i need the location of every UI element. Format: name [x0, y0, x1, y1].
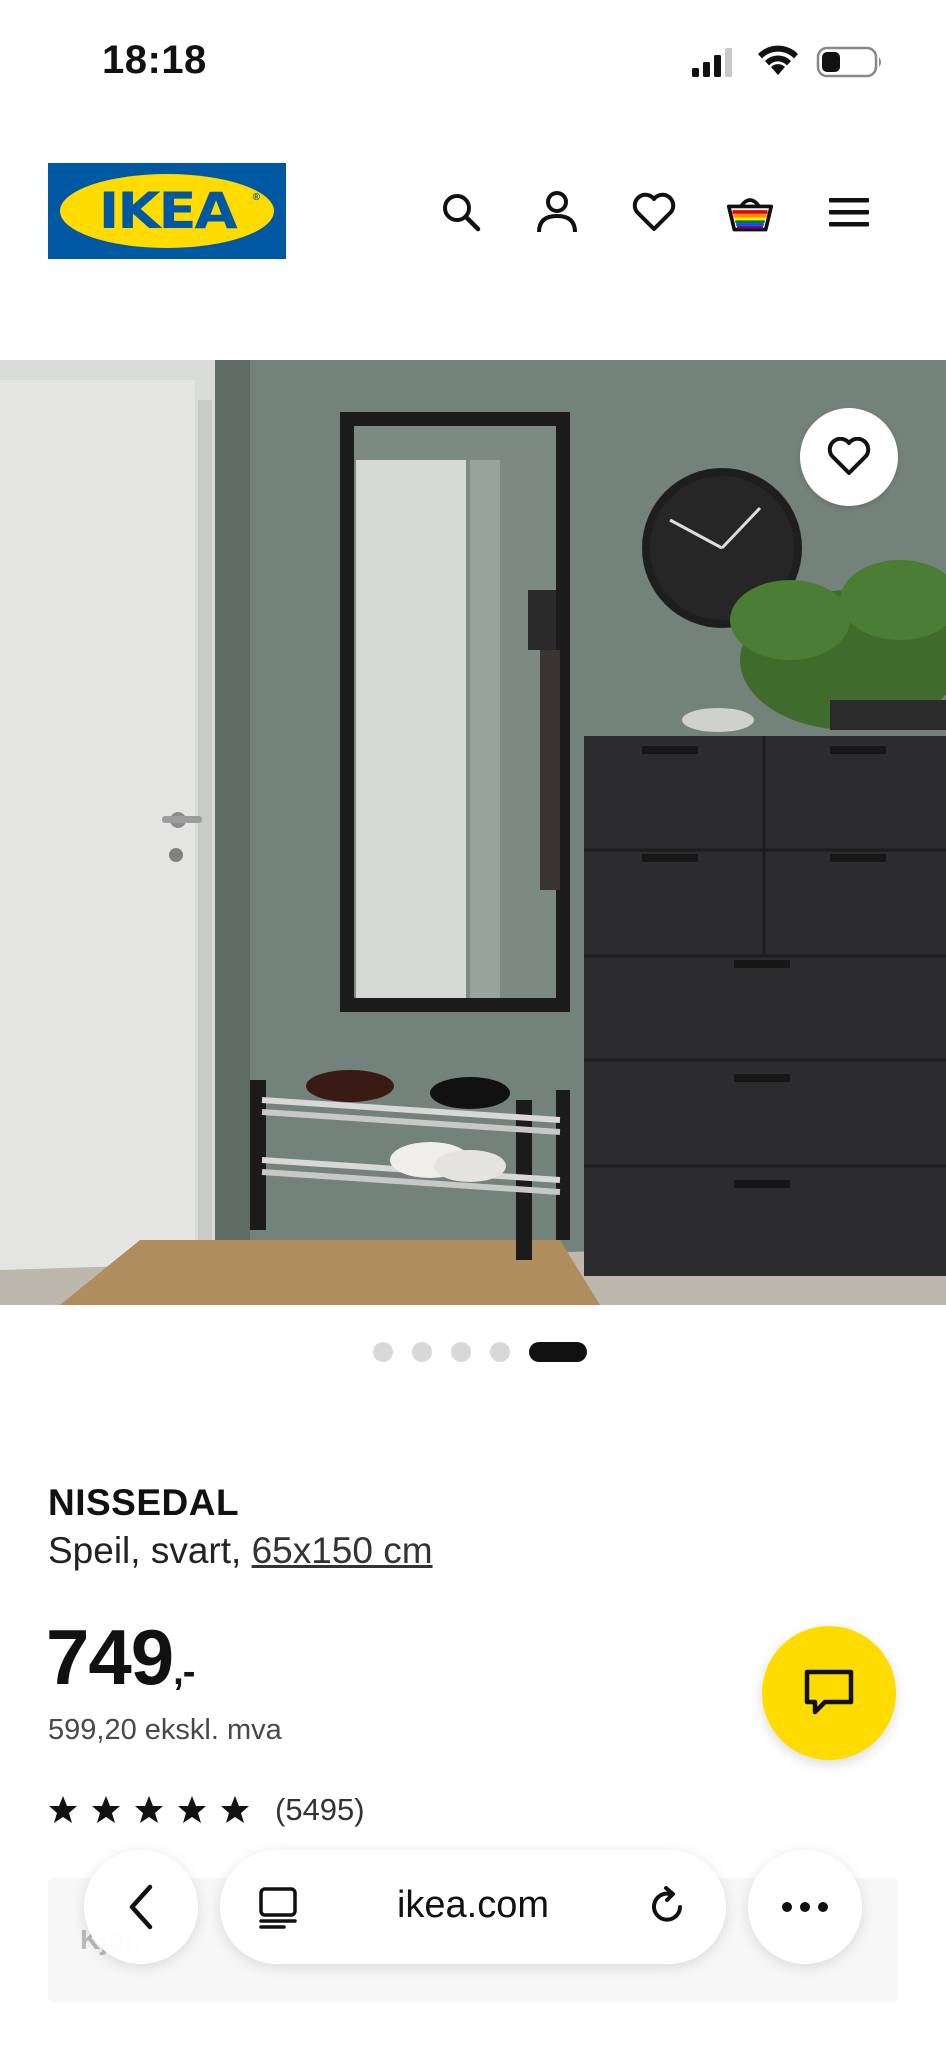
- chat-button[interactable]: [762, 1626, 896, 1760]
- star-icon: [49, 1796, 77, 1823]
- product-description-text: Speil, svart,: [48, 1530, 242, 1571]
- carousel-dot[interactable]: [412, 1342, 432, 1362]
- site-header: IKEA ®: [0, 124, 946, 360]
- browser-address-bar[interactable]: ikea.com: [220, 1850, 726, 1964]
- product-image[interactable]: [0, 360, 946, 1305]
- chat-bubble-icon: [804, 1669, 854, 1715]
- browser-more-button[interactable]: [748, 1850, 862, 1964]
- search-icon[interactable]: [437, 188, 485, 236]
- carousel-dot-active[interactable]: [529, 1342, 587, 1362]
- chevron-left-icon: [129, 1884, 153, 1930]
- star-icon: [135, 1796, 163, 1823]
- price-suffix: ,-: [173, 1651, 195, 1693]
- carousel-dot[interactable]: [373, 1342, 393, 1362]
- cellular-signal-icon: [692, 48, 732, 77]
- price-main: 749: [46, 1613, 174, 1701]
- product-photo-scene: [0, 360, 946, 1305]
- product-description: Speil, svart, 65x150 cm: [48, 1530, 433, 1572]
- menu-icon[interactable]: [825, 188, 873, 236]
- price-excluding-vat: 599,20 ekskl. mva: [48, 1714, 282, 1746]
- account-icon[interactable]: [533, 188, 581, 236]
- product-name: NISSEDAL: [48, 1482, 240, 1523]
- logo-text: IKEA: [98, 182, 238, 240]
- status-time: 18:18: [102, 38, 207, 82]
- image-carousel-indicator: [0, 1342, 946, 1362]
- status-bar: 18:18: [0, 0, 946, 124]
- heart-icon: [827, 437, 871, 475]
- wifi-icon: [758, 45, 798, 75]
- more-icon: [782, 1902, 828, 1912]
- add-to-favorites-button[interactable]: [800, 408, 898, 506]
- carousel-dot[interactable]: [451, 1342, 471, 1362]
- browser-back-button[interactable]: [84, 1850, 198, 1964]
- reload-icon[interactable]: [646, 1885, 690, 1929]
- product-price: 749,-: [46, 1612, 195, 1703]
- product-rating[interactable]: (5495): [48, 1792, 365, 1828]
- carousel-dot[interactable]: [490, 1342, 510, 1362]
- rating-count: (5495): [275, 1792, 365, 1827]
- star-icon: [178, 1796, 206, 1823]
- star-icon: [92, 1796, 120, 1823]
- battery-icon: [816, 46, 881, 78]
- shopping-bag-icon[interactable]: [726, 188, 774, 236]
- ikea-logo[interactable]: IKEA ®: [48, 163, 286, 259]
- star-icon: [221, 1796, 249, 1823]
- heart-icon[interactable]: [630, 188, 678, 236]
- product-size-link[interactable]: 65x150 cm: [252, 1530, 433, 1571]
